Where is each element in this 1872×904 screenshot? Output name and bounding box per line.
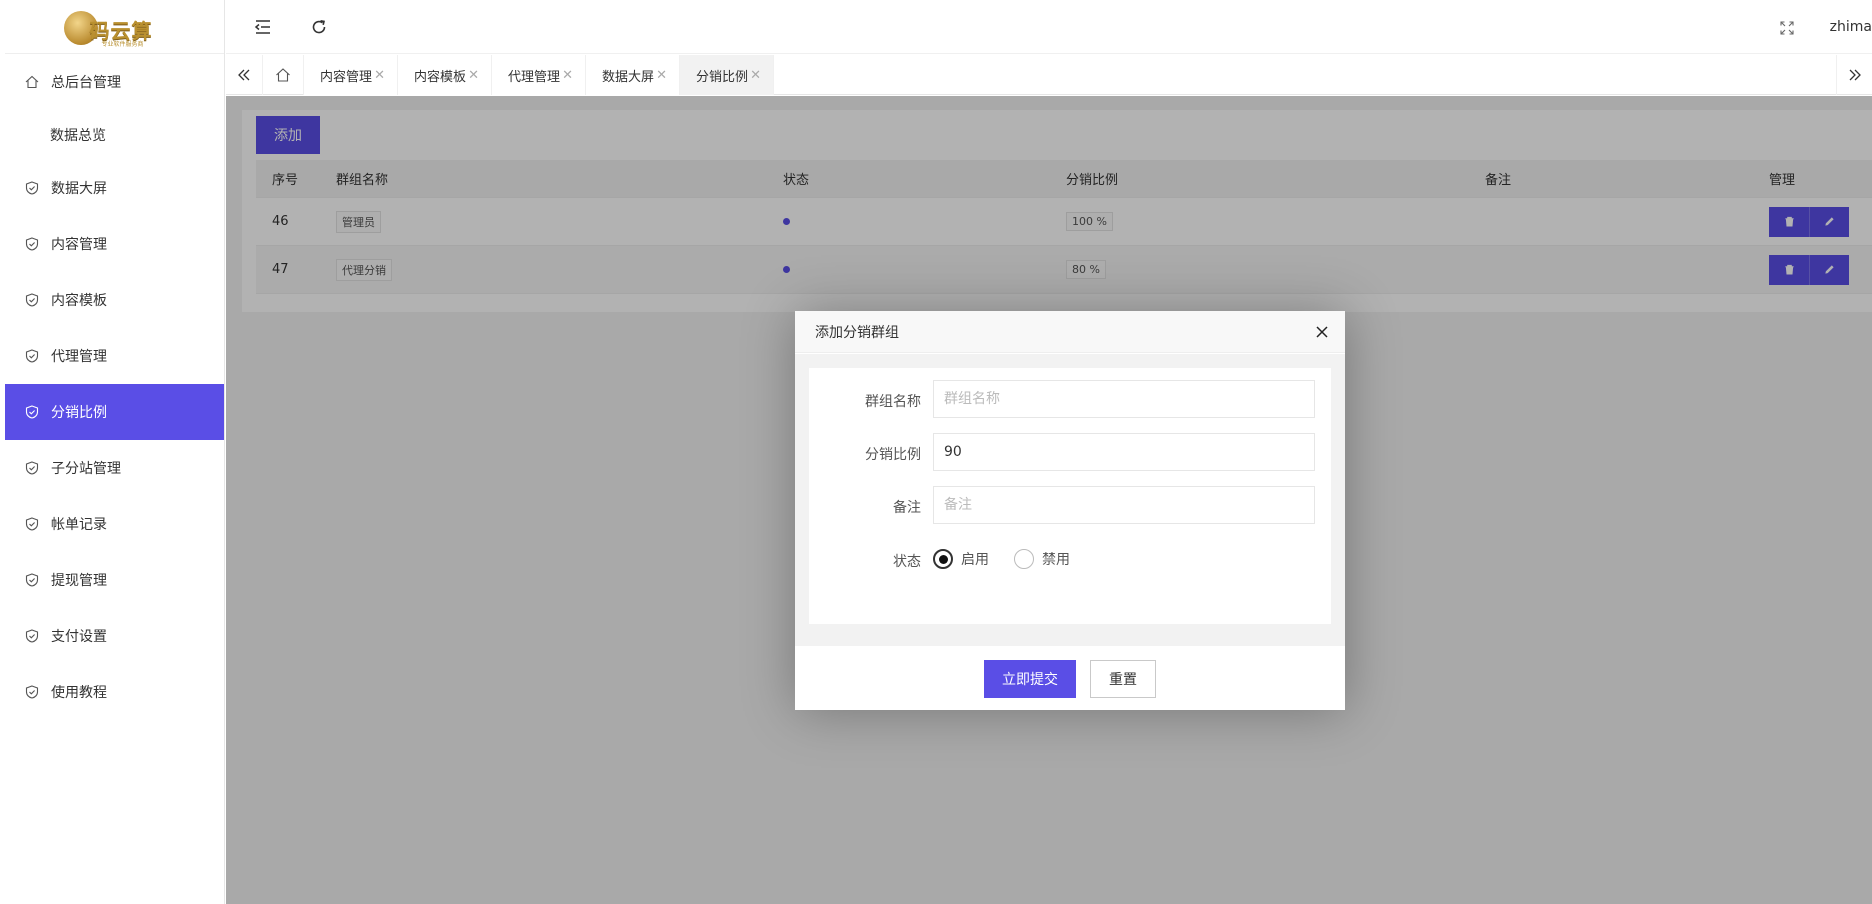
shield-check-icon [25,573,39,587]
sidebar-item-substation[interactable]: 子分站管理 [5,440,224,496]
fullscreen-icon[interactable] [1780,21,1794,35]
shield-check-icon [25,629,39,643]
sidebar-item-label: 数据大屏 [51,181,107,197]
sidebar-item-label: 帐单记录 [51,517,107,533]
sidebar-item-label: 内容管理 [51,237,107,253]
shield-check-icon [25,461,39,475]
dialog-header: 添加分销群组 [795,311,1345,353]
sidebar-item-payment[interactable]: 支付设置 [5,608,224,664]
radio-label: 启用 [961,552,989,568]
tab-content[interactable]: 内容管理 ✕ [304,55,398,95]
status-disable-radio[interactable]: 禁用 [1014,549,1070,569]
group-form: 群组名称 分销比例 备注 状态 启用 禁用 [809,368,1331,624]
logo[interactable]: 码云算 专业软件服务商 [60,5,170,49]
status-label: 状态 [893,554,921,570]
tab-bar: 内容管理 ✕ 内容模板 ✕ 代理管理 ✕ 数据大屏 ✕ 分销比例 ✕ [226,55,1872,95]
sidebar-item-label: 数据总览 [50,128,106,144]
home-icon [25,75,39,89]
sidebar-item-distribution[interactable]: 分销比例 [5,384,224,440]
radio-circle [1014,549,1034,569]
sidebar-item-label: 支付设置 [51,629,107,645]
close-icon[interactable]: ✕ [468,68,479,83]
group-name-input[interactable] [933,380,1315,418]
tab-template[interactable]: 内容模板 ✕ [398,55,492,95]
dialog-title: 添加分销群组 [815,324,899,341]
tabs-scroll-right-icon[interactable] [1836,55,1872,95]
tab-label: 分销比例 [696,69,749,85]
submit-button[interactable]: 立即提交 [984,660,1076,698]
remark-input[interactable] [933,486,1315,524]
top-header: zhima [226,0,1872,54]
sidebar-item-label: 内容模板 [51,293,107,309]
tabs-scroll-left-icon[interactable] [226,55,262,95]
radio-label: 禁用 [1042,552,1070,568]
radio-circle [933,549,953,569]
tab-agent[interactable]: 代理管理 ✕ [492,55,586,95]
tab-home[interactable] [262,55,304,95]
tab-label: 代理管理 [508,69,561,85]
close-icon[interactable] [1315,325,1329,339]
tab-label: 内容管理 [320,69,373,85]
dialog-footer: 立即提交 重置 [795,646,1345,710]
ratio-label: 分销比例 [865,447,921,463]
sidebar-item-content[interactable]: 内容管理 [5,216,224,272]
remark-label: 备注 [893,500,921,516]
logo-area: 码云算 专业软件服务商 [5,0,224,54]
sidebar-item-bills[interactable]: 帐单记录 [5,496,224,552]
tab-distribution[interactable]: 分销比例 ✕ [680,55,774,95]
sidebar-item-label: 使用教程 [51,685,107,701]
sidebar-item-label: 子分站管理 [51,461,121,477]
sidebar-item-label: 总后台管理 [51,75,121,91]
refresh-icon[interactable] [310,18,328,36]
close-icon[interactable]: ✕ [656,68,667,83]
tab-label: 数据大屏 [602,69,655,85]
sidebar-item-label: 提现管理 [51,573,107,589]
sidebar-item-withdraw[interactable]: 提现管理 [5,552,224,608]
sidebar-item-tutorial[interactable]: 使用教程 [5,664,224,720]
group-name-label: 群组名称 [865,394,921,410]
sidebar-item-data-screen[interactable]: 数据大屏 [5,160,224,216]
sidebar-item-label: 分销比例 [51,405,107,421]
sidebar-item-agent[interactable]: 代理管理 [5,328,224,384]
shield-check-icon [25,517,39,531]
sidebar-item-label: 代理管理 [51,349,107,365]
shield-check-icon [25,181,39,195]
add-group-dialog: 添加分销群组 群组名称 分销比例 备注 状态 启用 禁用 [795,311,1345,710]
ratio-input[interactable] [933,433,1315,471]
sidebar-item-overview[interactable]: 数据总览 [5,110,224,160]
sidebar-menu: 总后台管理 数据总览 数据大屏 内容管理 内容模板 代理管理 分销比例 子分站管… [5,54,224,720]
logo-subtitle: 专业软件服务商 [101,40,144,48]
close-icon[interactable]: ✕ [750,68,761,83]
shield-check-icon [25,293,39,307]
shield-check-icon [25,405,39,419]
tab-label: 内容模板 [414,69,467,85]
shield-check-icon [25,237,39,251]
status-enable-radio[interactable]: 启用 [933,549,989,569]
close-icon[interactable]: ✕ [562,68,573,83]
menu-collapse-icon[interactable] [254,18,272,36]
reset-button[interactable]: 重置 [1090,660,1156,698]
user-name[interactable]: zhima [1830,19,1872,35]
shield-check-icon [25,685,39,699]
sidebar: 码云算 专业软件服务商 总后台管理 数据总览 数据大屏 内容管理 内容模板 代理… [5,0,225,904]
tab-data-screen[interactable]: 数据大屏 ✕ [586,55,680,95]
shield-check-icon [25,349,39,363]
home-icon [276,68,290,82]
sidebar-item-template[interactable]: 内容模板 [5,272,224,328]
close-icon[interactable]: ✕ [374,68,385,83]
app: 码云算 专业软件服务商 总后台管理 数据总览 数据大屏 内容管理 内容模板 代理… [0,0,1872,904]
dialog-body: 群组名称 分销比例 备注 状态 启用 禁用 [795,354,1345,646]
sidebar-item-admin[interactable]: 总后台管理 [5,54,224,110]
